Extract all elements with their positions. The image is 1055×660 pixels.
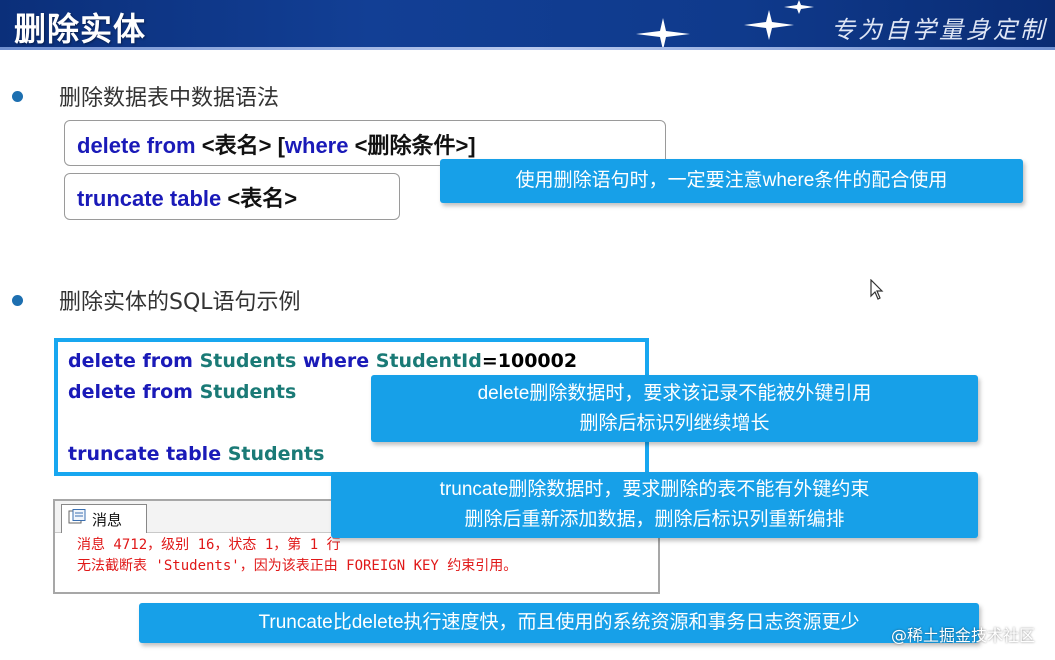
code-keyword: truncate table	[68, 443, 222, 465]
truncate-note-callout: truncate删除数据时，要求删除的表不能有外键约束 删除后重新添加数据，删除…	[331, 472, 978, 538]
example-heading: 删除实体的SQL语句示例	[59, 290, 301, 315]
code-value: 100002	[497, 350, 578, 372]
callout-text: delete删除数据时，要求该记录不能被外键引用	[477, 382, 872, 404]
watermark: @稀土掘金技术社区	[890, 626, 1035, 645]
code-operator: =	[481, 350, 498, 372]
syntax-table-placeholder: <表名>	[227, 186, 298, 211]
star-icon	[784, 0, 814, 14]
code-keyword: where	[302, 350, 370, 372]
callout-text: truncate删除数据时，要求删除的表不能有外键约束	[439, 479, 870, 500]
code-keyword: delete from	[68, 381, 193, 403]
code-line: delete from Students where StudentId=100…	[68, 350, 577, 372]
code-table-name: Students	[199, 381, 297, 403]
message-icon	[68, 509, 86, 529]
bullet-dot-icon	[12, 294, 23, 306]
bullet-example: 删除实体的SQL语句示例	[12, 284, 301, 316]
header-slogan: 专为自学量身定制	[831, 16, 1047, 44]
callout-text: 使用删除语句时，一定要注意where条件的配合使用	[515, 170, 948, 191]
error-message-line: 无法截断表 'Students'，因为该表正由 FOREIGN KEY 约束引用…	[77, 558, 518, 574]
truncate-syntax-box: truncate table <表名>	[64, 173, 400, 220]
syntax-heading: 删除数据表中数据语法	[59, 86, 280, 111]
code-table-name: Students	[199, 350, 297, 372]
code-column-name: StudentId	[375, 350, 482, 372]
page-title: 删除实体	[14, 10, 147, 48]
callout-text: 删除后标识列继续增长	[579, 412, 770, 434]
bullet-syntax: 删除数据表中数据语法	[12, 80, 279, 112]
speed-note-callout: Truncate比delete执行速度快，而且使用的系统资源和事务日志资源更少	[139, 603, 979, 643]
where-note-callout: 使用删除语句时，一定要注意where条件的配合使用	[440, 159, 1023, 203]
callout-text: Truncate比delete执行速度快，而且使用的系统资源和事务日志资源更少	[258, 612, 860, 633]
code-line: delete from Students	[68, 381, 296, 403]
error-message-line: 消息 4712，级别 16，状态 1，第 1 行	[77, 537, 341, 553]
syntax-bracket: [	[277, 133, 285, 158]
mouse-pointer-icon	[870, 278, 884, 305]
delete-note-callout: delete删除数据时，要求该记录不能被外键引用 删除后标识列继续增长	[371, 375, 978, 442]
syntax-keyword: truncate	[77, 186, 164, 211]
header-banner: 删除实体 专为自学量身定制	[0, 0, 1055, 50]
bullet-dot-icon	[12, 90, 23, 102]
star-icon	[744, 10, 794, 40]
code-table-name: Students	[227, 443, 325, 465]
code-line: truncate table Students	[68, 443, 324, 465]
syntax-keyword: delete	[77, 133, 141, 158]
tab-label: 消息	[92, 510, 123, 529]
syntax-keyword: table	[169, 186, 222, 211]
syntax-keyword: where	[284, 133, 349, 158]
messages-content: 消息 4712，级别 16，状态 1，第 1 行 无法截断表 'Students…	[55, 533, 658, 577]
syntax-keyword: from	[146, 133, 196, 158]
tab-messages[interactable]: 消息	[61, 504, 147, 533]
star-icon	[636, 18, 690, 50]
code-keyword: delete from	[68, 350, 193, 372]
syntax-table-placeholder: <表名>	[201, 133, 272, 158]
syntax-condition: <删除条件>]	[354, 133, 476, 158]
callout-text: 删除后重新添加数据，删除后标识列重新编排	[464, 509, 845, 530]
